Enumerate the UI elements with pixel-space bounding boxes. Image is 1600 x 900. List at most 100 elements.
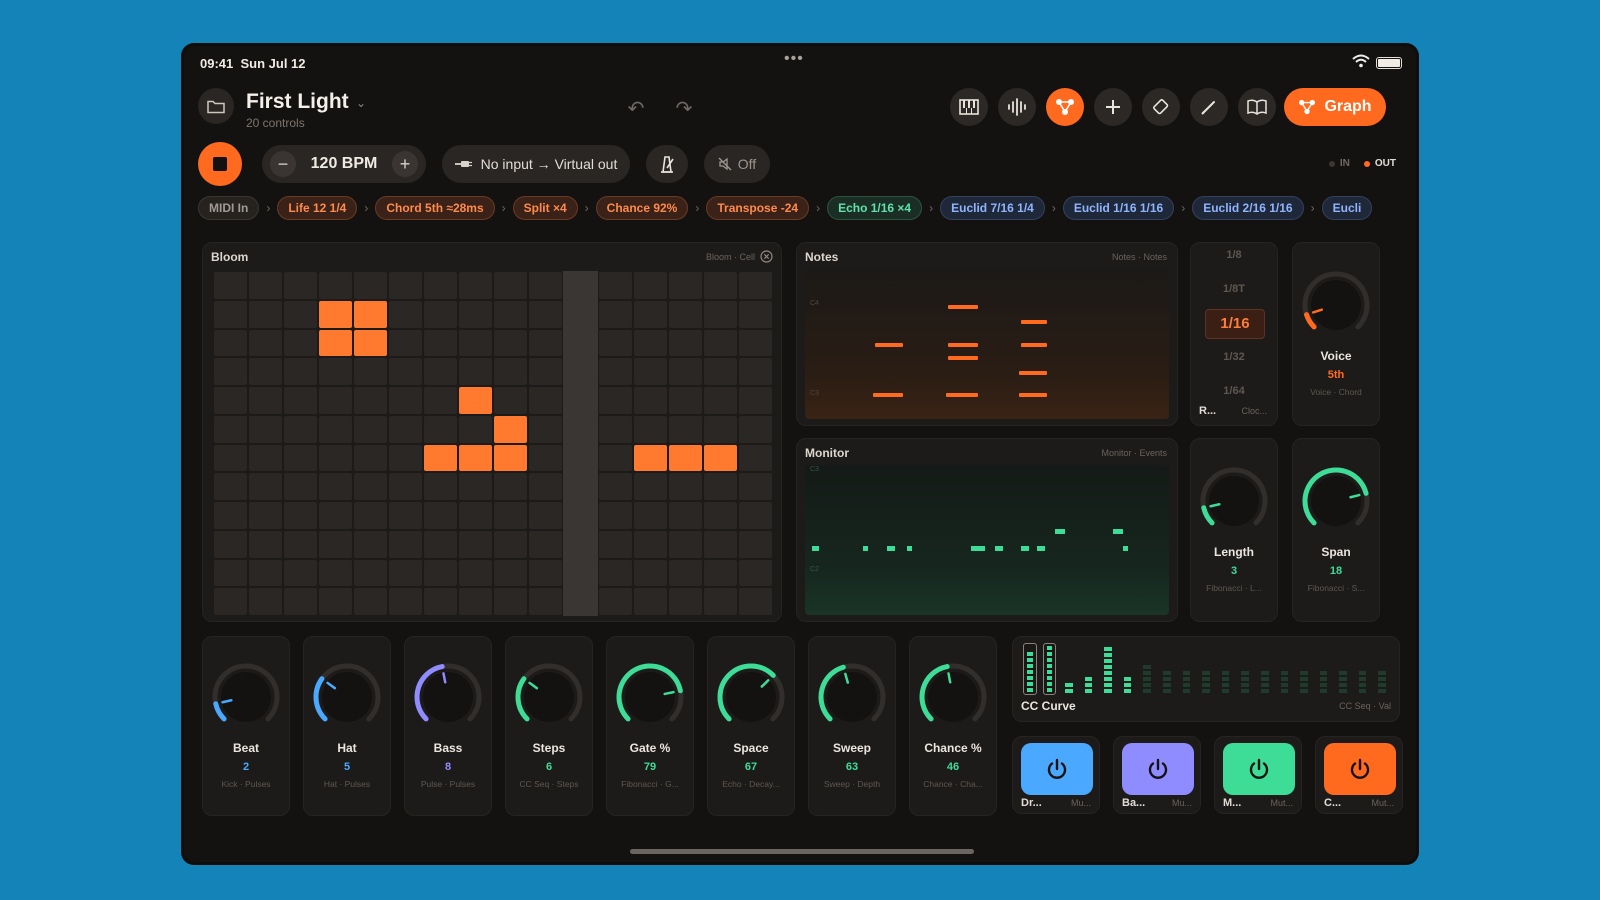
mute-toggle[interactable]: C... Mut... bbox=[1315, 736, 1403, 814]
cell[interactable] bbox=[424, 272, 457, 299]
cell[interactable] bbox=[634, 588, 667, 615]
cell[interactable] bbox=[494, 272, 527, 299]
cell[interactable] bbox=[669, 530, 702, 558]
cell[interactable] bbox=[494, 387, 527, 414]
cell[interactable] bbox=[249, 444, 282, 472]
cell[interactable] bbox=[739, 329, 772, 357]
cell[interactable] bbox=[459, 272, 492, 299]
cell[interactable] bbox=[214, 272, 247, 299]
cell[interactable] bbox=[284, 502, 317, 529]
cc-step[interactable] bbox=[1317, 643, 1331, 695]
cell[interactable] bbox=[564, 588, 597, 615]
cell[interactable] bbox=[389, 300, 422, 328]
cell[interactable] bbox=[529, 300, 562, 328]
cc-step[interactable] bbox=[1297, 643, 1311, 695]
close-icon[interactable] bbox=[760, 250, 773, 263]
output-mute-button[interactable]: Off bbox=[704, 145, 770, 183]
cell[interactable] bbox=[459, 502, 492, 529]
cell[interactable] bbox=[704, 415, 737, 443]
graph-nodes-button[interactable] bbox=[1046, 88, 1084, 126]
waveform-button[interactable] bbox=[998, 88, 1036, 126]
cell[interactable] bbox=[494, 530, 527, 558]
cell[interactable] bbox=[564, 473, 597, 500]
cell[interactable] bbox=[214, 588, 247, 615]
redo-button[interactable]: ↷ bbox=[672, 96, 696, 120]
cell[interactable] bbox=[214, 502, 247, 529]
cell[interactable] bbox=[599, 502, 632, 529]
rotary-knob[interactable] bbox=[1300, 465, 1372, 537]
cc-step[interactable] bbox=[1101, 643, 1115, 695]
midi-routing-button[interactable]: No input → Virtual out bbox=[442, 145, 630, 183]
rate-option[interactable]: 1/8 bbox=[1191, 249, 1277, 261]
cell[interactable] bbox=[354, 272, 387, 299]
cell[interactable] bbox=[284, 473, 317, 500]
cell[interactable] bbox=[634, 473, 667, 500]
cell[interactable] bbox=[529, 415, 562, 443]
cell[interactable] bbox=[424, 473, 457, 500]
clock-rate-picker[interactable]: 1/8 1/8T 1/16 1/32 1/64 R... Cloc... bbox=[1190, 242, 1278, 426]
rotary-knob[interactable] bbox=[412, 661, 484, 733]
cell[interactable] bbox=[634, 530, 667, 558]
cell[interactable] bbox=[669, 300, 702, 328]
cell[interactable] bbox=[319, 387, 352, 414]
cc-step[interactable] bbox=[1180, 643, 1194, 695]
rotary-knob[interactable] bbox=[513, 661, 585, 733]
cell[interactable] bbox=[459, 530, 492, 558]
cell[interactable] bbox=[564, 272, 597, 299]
cell[interactable] bbox=[599, 300, 632, 328]
cell[interactable] bbox=[284, 387, 317, 414]
cell[interactable] bbox=[249, 502, 282, 529]
rate-option[interactable]: 1/8T bbox=[1191, 283, 1277, 295]
cell[interactable] bbox=[704, 588, 737, 615]
chain-node[interactable]: Echo 1/16 ×4 bbox=[827, 196, 923, 220]
chain-node[interactable]: Transpose -24 bbox=[706, 196, 810, 220]
cell[interactable] bbox=[319, 272, 352, 299]
cell[interactable] bbox=[214, 415, 247, 443]
cell[interactable] bbox=[249, 300, 282, 328]
mute-toggle[interactable]: Dr... Mu... bbox=[1012, 736, 1100, 814]
cell[interactable] bbox=[424, 530, 457, 558]
rotary-knob[interactable] bbox=[917, 661, 989, 733]
cc-step[interactable] bbox=[1062, 643, 1076, 695]
multitask-dots[interactable]: ••• bbox=[784, 50, 804, 68]
cell[interactable] bbox=[389, 473, 422, 500]
cell[interactable] bbox=[529, 502, 562, 529]
cell[interactable] bbox=[599, 387, 632, 414]
cell[interactable] bbox=[459, 473, 492, 500]
chain-node[interactable]: Euclid 1/16 1/16 bbox=[1062, 196, 1175, 220]
cell[interactable] bbox=[249, 329, 282, 357]
cell[interactable] bbox=[284, 559, 317, 587]
book-button[interactable] bbox=[1238, 88, 1276, 126]
rotary-knob[interactable] bbox=[1198, 465, 1270, 537]
cc-step[interactable] bbox=[1375, 643, 1389, 695]
cell[interactable] bbox=[494, 502, 527, 529]
cell-grid[interactable] bbox=[213, 271, 773, 616]
cell[interactable] bbox=[459, 559, 492, 587]
cell[interactable] bbox=[739, 473, 772, 500]
cell-alive[interactable] bbox=[459, 444, 492, 472]
cell-alive[interactable] bbox=[494, 444, 527, 472]
cell[interactable] bbox=[564, 531, 597, 558]
cell[interactable] bbox=[739, 588, 772, 615]
chain-node[interactable]: Euclid 7/16 1/4 bbox=[940, 196, 1045, 220]
cell-alive[interactable] bbox=[459, 387, 492, 414]
cc-step[interactable] bbox=[1219, 643, 1233, 695]
cell[interactable] bbox=[319, 588, 352, 615]
cell[interactable] bbox=[424, 300, 457, 328]
rate-option-selected[interactable]: 1/16 bbox=[1205, 309, 1265, 339]
cell[interactable] bbox=[529, 358, 562, 385]
cell[interactable] bbox=[424, 588, 457, 615]
cell[interactable] bbox=[669, 415, 702, 443]
cell[interactable] bbox=[214, 473, 247, 500]
cell[interactable] bbox=[529, 530, 562, 558]
cell[interactable] bbox=[704, 502, 737, 529]
cell[interactable] bbox=[599, 415, 632, 443]
cell[interactable] bbox=[354, 473, 387, 500]
cell-alive[interactable] bbox=[319, 329, 352, 357]
cell[interactable] bbox=[214, 358, 247, 385]
cell[interactable] bbox=[459, 358, 492, 385]
rotary-knob[interactable] bbox=[1300, 269, 1372, 341]
cell[interactable] bbox=[284, 272, 317, 299]
cell[interactable] bbox=[529, 588, 562, 615]
cell[interactable] bbox=[249, 588, 282, 615]
